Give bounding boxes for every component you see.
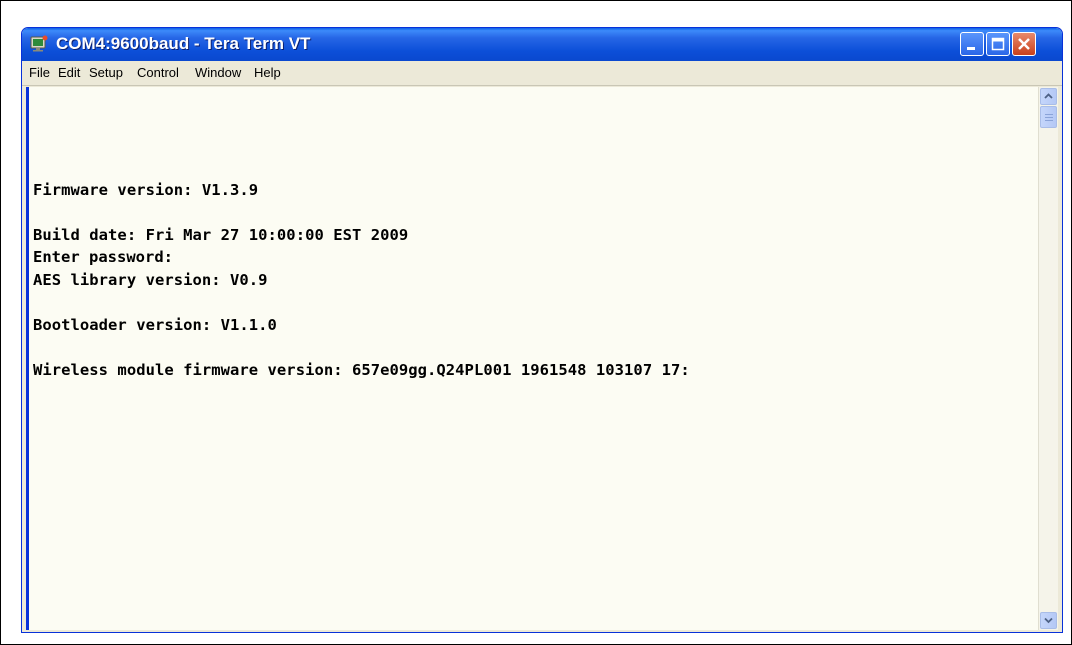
minimize-icon	[967, 47, 975, 50]
terminal-line: Bootloader version: V1.1.0	[33, 316, 277, 334]
scroll-down-arrow-icon	[1044, 617, 1053, 624]
maximize-icon	[991, 37, 1005, 51]
terminal-line: Firmware version: V1.3.9	[33, 181, 259, 199]
tera-term-icon	[30, 35, 48, 52]
vertical-scrollbar[interactable]	[1038, 87, 1058, 630]
grip-line	[1045, 117, 1053, 118]
scroll-up-arrow-icon	[1044, 93, 1053, 99]
minimize-button[interactable]	[960, 32, 984, 56]
close-button[interactable]	[1012, 32, 1036, 56]
scroll-up-button[interactable]	[1040, 88, 1057, 105]
close-icon	[1018, 38, 1030, 50]
tera-term-window: COM4:9600baud - Tera Term VT File Edit S…	[21, 27, 1063, 633]
scroll-thumb[interactable]	[1040, 106, 1057, 128]
terminal-output: Firmware version: V1.3.9 Build date: Fri…	[33, 153, 690, 408]
menu-edit[interactable]: Edit	[58, 65, 80, 80]
terminal-line: Wireless module firmware version: 657e09…	[33, 361, 690, 379]
maximize-button[interactable]	[986, 32, 1010, 56]
scroll-down-button[interactable]	[1040, 612, 1057, 629]
window-title: COM4:9600baud - Tera Term VT	[56, 34, 311, 53]
title-bar[interactable]: COM4:9600baud - Tera Term VT	[22, 28, 1062, 61]
menu-control[interactable]: Control	[137, 65, 179, 80]
terminal-line: Build date: Fri Mar 27 10:00:00 EST 2009	[33, 226, 409, 244]
menu-file[interactable]: File	[29, 65, 50, 80]
terminal-area[interactable]: Firmware version: V1.3.9 Build date: Fri…	[26, 87, 1038, 630]
terminal-line: AES library version: V0.9	[33, 271, 268, 289]
menu-help[interactable]: Help	[254, 65, 281, 80]
grip-line	[1045, 114, 1053, 115]
menu-bar: File Edit Setup Control Window Help	[22, 61, 1062, 86]
grip-line	[1045, 120, 1053, 121]
menu-window[interactable]: Window	[195, 65, 241, 80]
menu-setup[interactable]: Setup	[89, 65, 123, 80]
password-prompt: Enter password:	[33, 248, 173, 266]
